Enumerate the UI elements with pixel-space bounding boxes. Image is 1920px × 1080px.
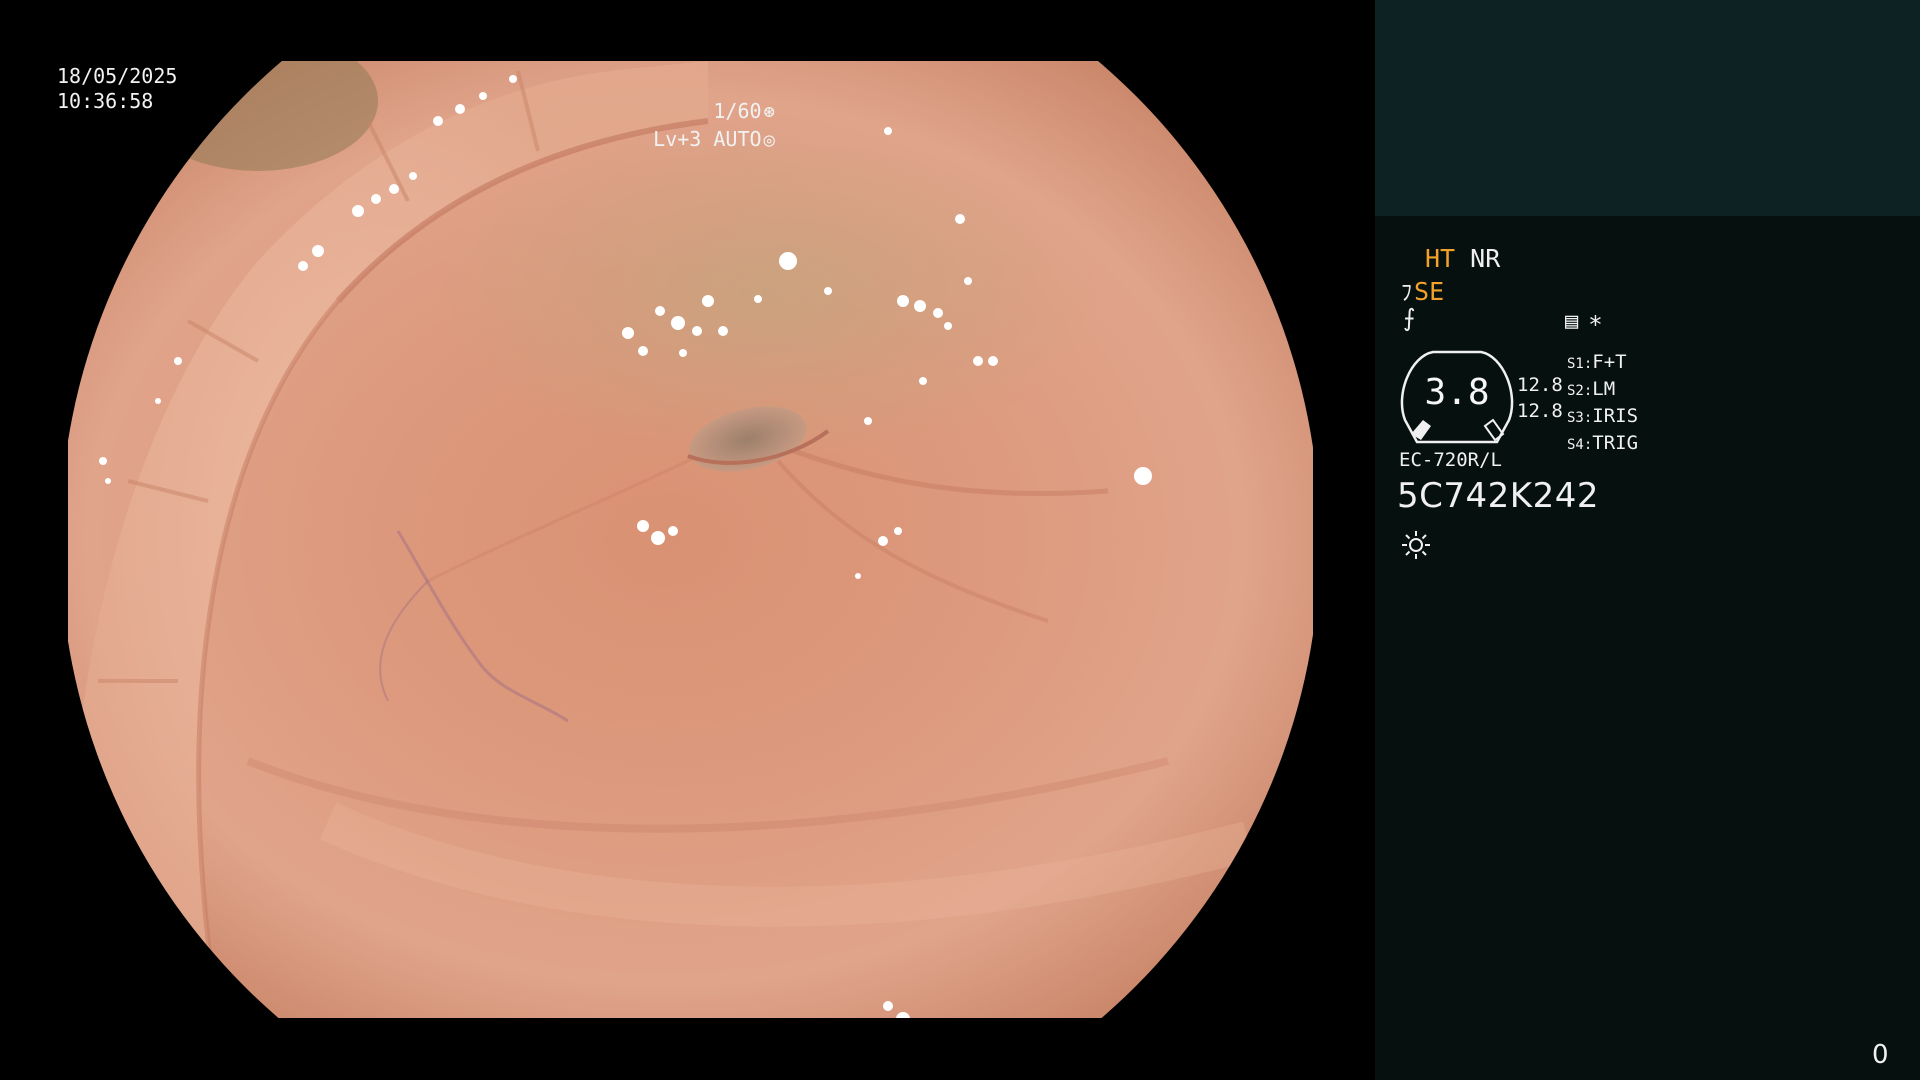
image-counter: 0: [1872, 1040, 1889, 1070]
switch-key: S1:: [1567, 356, 1593, 372]
freeze-icon: ⨍: [1403, 304, 1416, 332]
scope-switch-assignments: S1:F+T S2:LM S3:IRIS S4:TRIG: [1567, 350, 1638, 458]
aperture-icon: ⊛: [763, 101, 775, 123]
menu-list-icon: ▤: [1565, 309, 1579, 334]
gauge-value: 3.8: [1424, 372, 1490, 413]
info-panel: HT NR ﾌSE ⨍ ▤ ∗ 3.8 12.8 12.8 S1:F+T S2:L…: [1375, 0, 1920, 1080]
structure-enhancement-icon: ﾌ: [1401, 281, 1413, 306]
light-source-icon: [1402, 531, 1430, 559]
date-readout: 18/05/2025: [57, 64, 178, 88]
mucosa-image: [68, 61, 1313, 1018]
scope-model: EC-720R/L: [1399, 449, 1502, 471]
gauge-value-1: 12.8: [1517, 374, 1563, 396]
switch-value: F+T: [1592, 351, 1627, 373]
gauge-values: 12.8 12.8: [1517, 372, 1563, 424]
switch-value: LM: [1592, 378, 1616, 400]
exposure-level-readout: Lv+3 AUTO ◎: [653, 126, 775, 154]
switch-key: S3:: [1567, 410, 1593, 426]
endoscope-screen: 18/05/2025 10:36:58 1/60 ⊛ Lv+3 AUTO ◎ HT …: [0, 0, 1920, 1080]
exposure-level-value: Lv+3 AUTO: [653, 127, 762, 151]
se-mode-row: ﾌSE: [1401, 275, 1444, 307]
endoscopic-view: 18/05/2025 10:36:58 1/60 ⊛ Lv+3 AUTO ◎: [0, 0, 1375, 1080]
switch-key: S2:: [1567, 383, 1593, 399]
ht-label: HT: [1425, 244, 1456, 273]
nr-label: NR: [1470, 244, 1501, 273]
processing-mode-row: HT NR: [1425, 244, 1500, 273]
endoscopic-image: [68, 61, 1313, 1018]
switch-key: S4:: [1567, 437, 1593, 453]
menu-row: ▤ ∗: [1565, 306, 1603, 334]
gauge-value-2: 12.8: [1517, 400, 1563, 422]
panel-header-area: [1375, 0, 1920, 216]
auto-exposure-icon: ◎: [763, 129, 775, 151]
scope-serial: 5C742K242: [1397, 476, 1599, 516]
se-label: SE: [1414, 277, 1445, 306]
time-readout: 10:36:58: [57, 89, 154, 113]
switch-value: IRIS: [1592, 405, 1639, 427]
shutter-value: 1/60: [713, 99, 762, 123]
asterisk-icon: ∗: [1588, 306, 1603, 334]
shutter-readout: 1/60 ⊛: [713, 98, 775, 126]
switch-value: TRIG: [1592, 432, 1639, 454]
